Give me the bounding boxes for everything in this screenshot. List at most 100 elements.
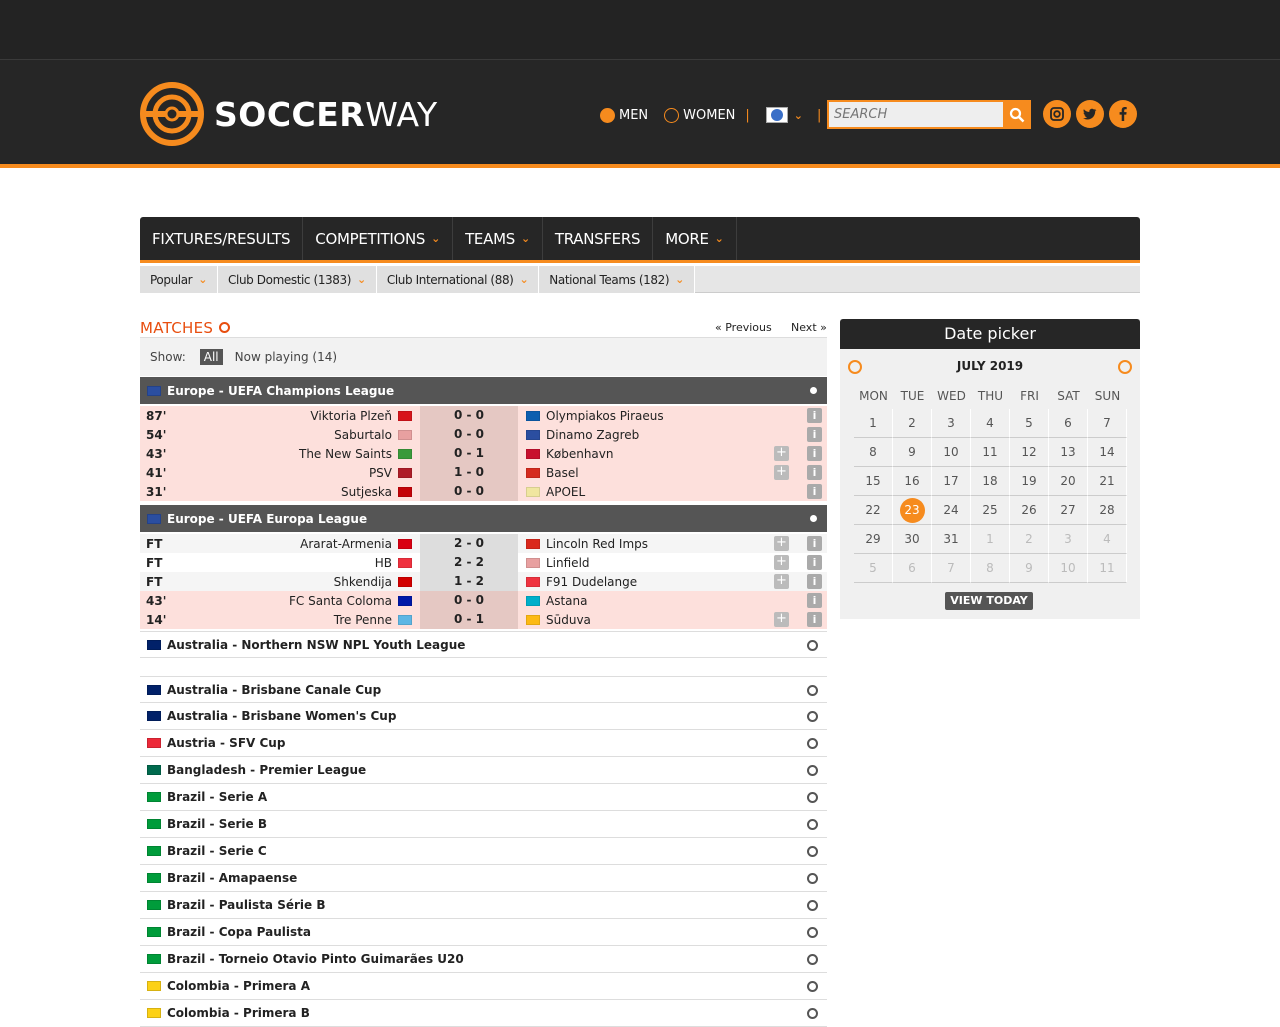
chevron-down-icon[interactable]: ⌄ [794, 109, 803, 122]
calendar-day[interactable]: 3 [1049, 525, 1088, 554]
info-icon[interactable]: i [807, 465, 822, 480]
next-month-icon[interactable] [1118, 360, 1132, 374]
away-team[interactable]: Basel [518, 466, 748, 480]
nav-teams[interactable]: TEAMS ⌄ [453, 217, 543, 260]
subnav-club-domestic[interactable]: Club Domestic (1383) ⌄ [218, 266, 377, 293]
away-team[interactable]: Astana [518, 594, 748, 608]
calendar-day[interactable]: 10 [1049, 554, 1088, 583]
expand-icon[interactable]: + [774, 612, 789, 627]
calendar-day[interactable]: 7 [932, 554, 971, 583]
calendar-day[interactable]: 8 [971, 554, 1010, 583]
league-row[interactable]: Brazil - Serie C [140, 838, 827, 865]
matches-title[interactable]: MATCHES [140, 319, 231, 337]
expand-icon[interactable]: + [774, 555, 789, 570]
info-icon[interactable]: i [807, 574, 822, 589]
info-icon[interactable]: i [807, 408, 822, 423]
away-team[interactable]: Lincoln Red Imps [518, 537, 748, 551]
match-score[interactable]: 0 - 0 [420, 406, 518, 425]
league-row[interactable]: Brazil - Serie B [140, 811, 827, 838]
league-row[interactable]: Austria - SFV Cup [140, 730, 827, 757]
calendar-day[interactable]: 13 [1049, 438, 1088, 467]
match-score[interactable]: 0 - 0 [420, 482, 518, 501]
away-team[interactable]: Olympiakos Piraeus [518, 409, 748, 423]
match-score[interactable]: 0 - 1 [420, 444, 518, 463]
match-score[interactable]: 1 - 0 [420, 463, 518, 482]
arrow-right-icon[interactable] [807, 738, 818, 749]
info-icon[interactable]: i [807, 427, 822, 442]
match-row[interactable]: FT Ararat-Armenia 2 - 0 Lincoln Red Imps + i [140, 534, 827, 553]
league-row[interactable]: Colombia - Primera B [140, 1000, 827, 1027]
search-button[interactable] [1003, 100, 1031, 129]
calendar-day[interactable]: 18 [971, 467, 1010, 496]
next-link[interactable]: Next » [791, 321, 827, 334]
match-row[interactable]: 43' FC Santa Coloma 0 - 0 Astana i [140, 591, 827, 610]
arrow-right-icon[interactable] [807, 900, 818, 911]
calendar-day-today[interactable]: 23 [893, 496, 932, 525]
calendar-day[interactable]: 24 [932, 496, 971, 525]
arrow-right-icon[interactable] [808, 385, 819, 396]
info-icon[interactable]: i [807, 446, 822, 461]
league-row[interactable]: Brazil - Serie A [140, 784, 827, 811]
arrow-right-icon[interactable] [807, 873, 818, 884]
arrow-right-icon[interactable] [808, 513, 819, 524]
nav-competitions[interactable]: COMPETITIONS ⌄ [303, 217, 454, 260]
calendar-day[interactable]: 1 [854, 409, 893, 438]
home-team[interactable]: Sutjeska [220, 485, 398, 499]
calendar-day[interactable]: 20 [1049, 467, 1088, 496]
calendar-day[interactable]: 17 [932, 467, 971, 496]
match-score[interactable]: 0 - 0 [420, 425, 518, 444]
calendar-day[interactable]: 12 [1010, 438, 1049, 467]
info-icon[interactable]: i [807, 555, 822, 570]
nav-more[interactable]: MORE ⌄ [653, 217, 737, 260]
calendar-day[interactable]: 6 [1049, 409, 1088, 438]
home-team[interactable]: Tre Penne [220, 613, 398, 627]
league-row[interactable]: Colombia - Primera A [140, 973, 827, 1000]
competition-header[interactable]: Europe - UEFA Europa League [140, 505, 827, 532]
search-input[interactable] [827, 100, 1003, 129]
info-icon[interactable]: i [807, 536, 822, 551]
calendar-day[interactable]: 15 [854, 467, 893, 496]
gender-men-option[interactable]: MEN [600, 107, 648, 123]
filter-now-playing[interactable]: Now playing (14) [235, 350, 337, 364]
home-team[interactable]: Ararat-Armenia [220, 537, 398, 551]
arrow-right-icon[interactable] [807, 711, 818, 722]
previous-link[interactable]: « Previous [715, 321, 772, 334]
calendar-day[interactable]: 30 [893, 525, 932, 554]
expand-icon[interactable]: + [774, 446, 789, 461]
match-score[interactable]: 1 - 2 [420, 572, 518, 591]
calendar-day[interactable]: 21 [1088, 467, 1127, 496]
arrow-right-icon[interactable] [807, 685, 818, 696]
match-row[interactable]: 41' PSV 1 - 0 Basel + i [140, 463, 827, 482]
away-team[interactable]: Sūduva [518, 613, 748, 627]
home-team[interactable]: Viktoria Plzeň [220, 409, 398, 423]
calendar-day[interactable]: 9 [893, 438, 932, 467]
twitter-icon[interactable] [1076, 100, 1104, 128]
away-team[interactable]: København [518, 447, 748, 461]
expand-icon[interactable]: + [774, 536, 789, 551]
home-team[interactable]: The New Saints [220, 447, 398, 461]
calendar-day[interactable]: 5 [854, 554, 893, 583]
league-row[interactable]: Brazil - Copa Paulista [140, 919, 827, 946]
expand-icon[interactable]: + [774, 574, 789, 589]
calendar-day[interactable]: 31 [932, 525, 971, 554]
away-team[interactable]: APOEL [518, 485, 748, 499]
calendar-day[interactable]: 3 [932, 409, 971, 438]
calendar-day[interactable]: 22 [854, 496, 893, 525]
info-icon[interactable]: i [807, 612, 822, 627]
calendar-day[interactable]: 6 [893, 554, 932, 583]
match-row[interactable]: 14' Tre Penne 0 - 1 Sūduva + i [140, 610, 827, 629]
calendar-day[interactable]: 5 [1010, 409, 1049, 438]
calendar-day[interactable]: 28 [1088, 496, 1127, 525]
league-row[interactable]: Brazil - Amapaense [140, 865, 827, 892]
arrow-right-icon[interactable] [807, 792, 818, 803]
league-row[interactable]: Brazil - Torneio Otavio Pinto Guimarães … [140, 946, 827, 973]
info-icon[interactable]: i [807, 593, 822, 608]
calendar-day[interactable]: 11 [1088, 554, 1127, 583]
expand-icon[interactable]: + [774, 465, 789, 480]
calendar-day[interactable]: 7 [1088, 409, 1127, 438]
calendar-day[interactable]: 1 [971, 525, 1010, 554]
calendar-day[interactable]: 10 [932, 438, 971, 467]
instagram-icon[interactable] [1043, 100, 1071, 128]
gender-women-option[interactable]: WOMEN [664, 107, 735, 123]
away-team[interactable]: Linfield [518, 556, 748, 570]
